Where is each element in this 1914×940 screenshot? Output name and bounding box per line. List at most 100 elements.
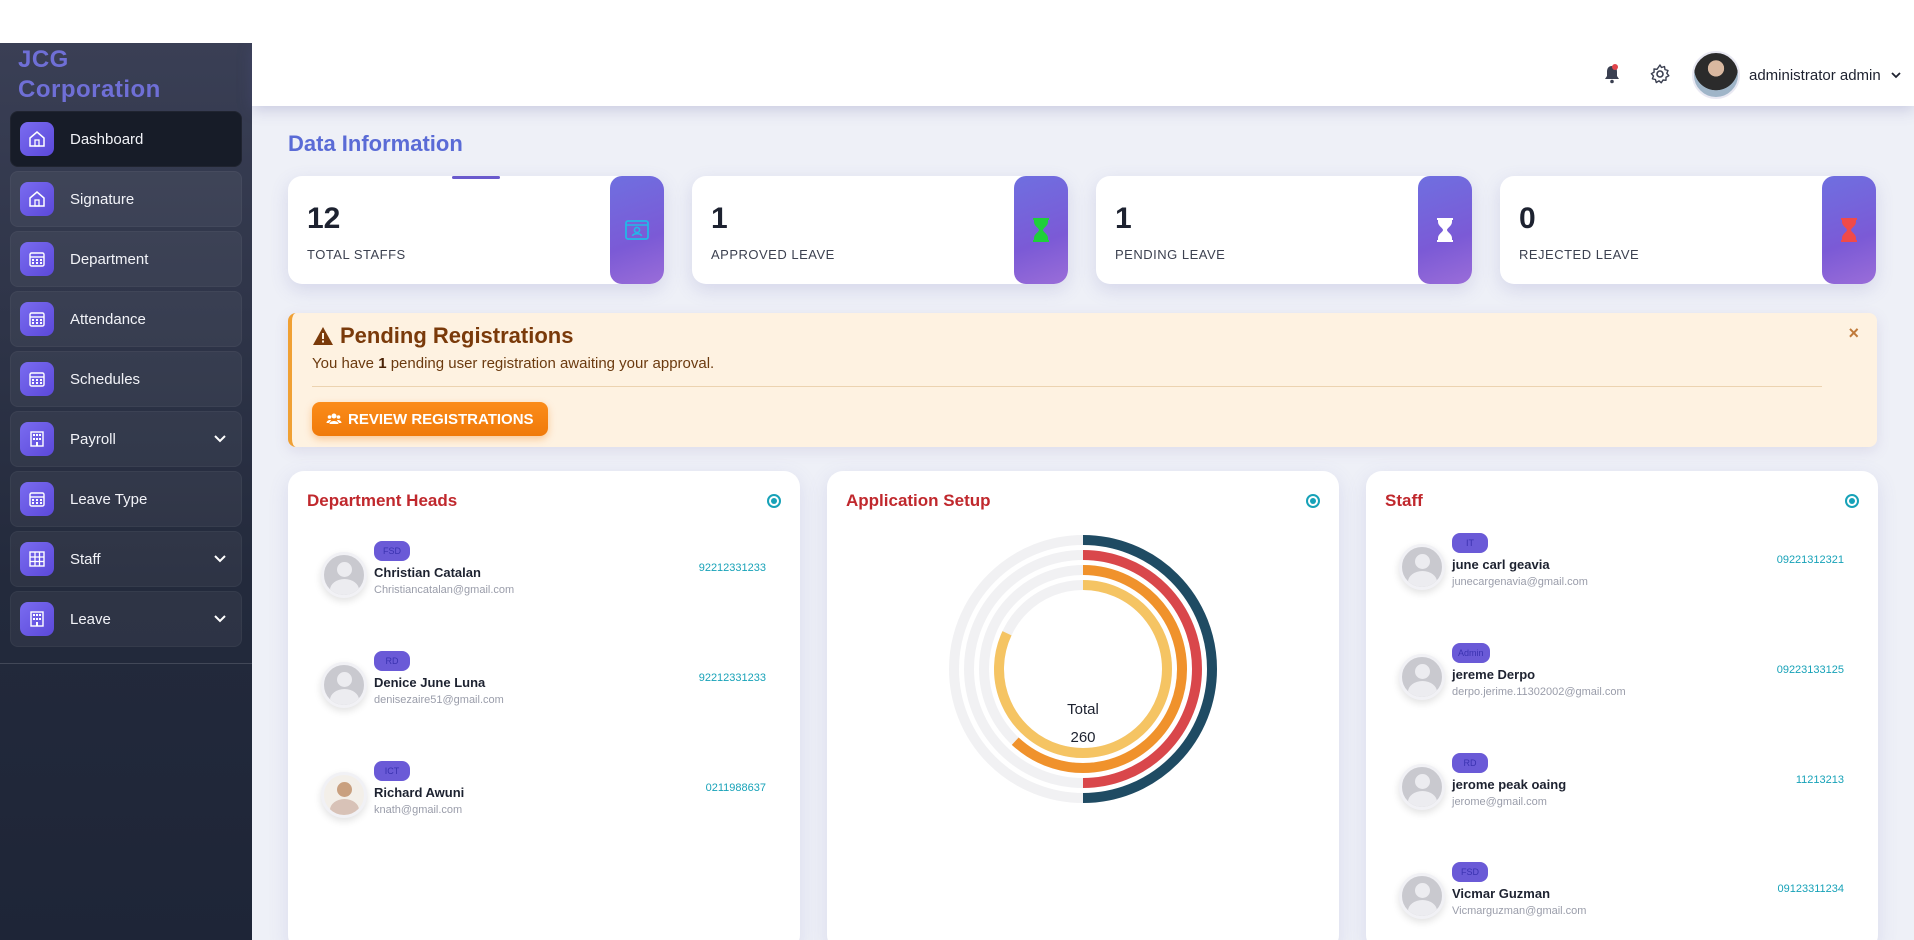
application-setup-panel: Application Setup Total 260 (827, 471, 1339, 940)
stat-card-approved-leave[interactable]: 1 APPROVED LEAVE (692, 176, 1068, 284)
person-name: jerome peak oaing (1452, 777, 1567, 792)
person-phone: 09221312321 (1776, 554, 1844, 566)
list-item[interactable]: IT june carl geavia junecargenavia@gmail… (1366, 533, 1878, 623)
sidebar-divider (0, 663, 252, 664)
sidebar-item-dashboard[interactable]: Dashboard (10, 111, 242, 167)
avatar (321, 662, 367, 708)
target-icon[interactable] (1845, 494, 1859, 508)
brand-logo[interactable]: JCG Corporation (18, 45, 161, 105)
panel-title: Department Heads (307, 491, 458, 510)
stat-value: 1 (711, 202, 728, 235)
list-item[interactable]: FSD Vicmar Guzman Vicmarguzman@gmail.com… (1366, 862, 1878, 940)
page-title: Data Information (288, 131, 463, 156)
sidebar-item-label: Department (70, 250, 149, 268)
sidebar-item-label: Payroll (70, 430, 116, 448)
list-item[interactable]: RD jerome peak oaing jerome@gmail.com 11… (1366, 753, 1878, 843)
alert-message-count: 1 (378, 355, 387, 372)
alert-title-text: Pending Registrations (340, 323, 574, 348)
alert-message: You have 1 pending user registration awa… (312, 355, 714, 372)
person-name: Denice June Luna (374, 675, 486, 690)
person-name: jereme Derpo (1452, 667, 1536, 682)
target-icon[interactable] (1306, 494, 1320, 508)
hourglass-icon (1437, 218, 1453, 242)
person-name: Christian Catalan (374, 565, 481, 580)
chevron-down-icon (214, 615, 226, 623)
person-email: knath@gmail.com (374, 804, 463, 816)
sidebar-item-schedules[interactable]: Schedules (10, 351, 242, 407)
stat-label: PENDING LEAVE (1115, 247, 1226, 262)
calendar-icon (20, 362, 54, 396)
close-icon[interactable]: × (1848, 323, 1859, 344)
sidebar-item-department[interactable]: Department (10, 231, 242, 287)
sidebar-nav: Dashboard Signature Department Attendanc… (10, 111, 242, 651)
sidebar-item-signature[interactable]: Signature (10, 171, 242, 227)
person-email: Vicmarguzman@gmail.com (1452, 905, 1587, 917)
stat-value: 1 (1115, 202, 1132, 235)
stat-card-pending-leave[interactable]: 1 PENDING LEAVE (1096, 176, 1472, 284)
chart-center-value: 260 (1070, 729, 1096, 746)
panel-title: Staff (1385, 491, 1423, 510)
person-name: Richard Awuni (374, 785, 465, 800)
app-root: JCG Corporation Dashboard Signature Depa… (0, 43, 1914, 940)
chevron-down-icon (214, 555, 226, 563)
avatar (1399, 544, 1445, 590)
chevron-down-icon[interactable] (1890, 69, 1902, 81)
pending-registrations-alert: Pending Registrations You have 1 pending… (288, 313, 1877, 447)
sidebar-item-payroll[interactable]: Payroll (10, 411, 242, 467)
radial-bar-chart (949, 535, 1217, 803)
person-email: denisezaire51@gmail.com (374, 694, 504, 706)
sidebar-item-label: Schedules (70, 370, 141, 388)
alert-message-suffix: pending user registration awaiting your … (386, 355, 715, 372)
avatar (1399, 764, 1445, 810)
person-phone: 11213213 (1795, 774, 1844, 786)
sidebar-item-label: Leave (70, 610, 111, 628)
person-email: derpo.jerime.11302002@gmail.com (1452, 686, 1626, 698)
person-name: Vicmar Guzman (1452, 886, 1551, 901)
sidebar-item-label: Signature (70, 190, 135, 208)
stat-icon-panel (1418, 176, 1472, 284)
building-icon (20, 422, 54, 456)
brand-line-1: JCG (18, 46, 69, 73)
hourglass-icon (1841, 218, 1857, 242)
list-item[interactable]: FSD Christian Catalan Christiancatalan@g… (288, 541, 800, 631)
user-name[interactable]: administrator admin (1749, 67, 1881, 84)
home-icon (20, 122, 54, 156)
sidebar-item-leave[interactable]: Leave (10, 591, 242, 647)
stat-icon-panel (610, 176, 664, 284)
list-item[interactable]: Admin jereme Derpo derpo.jerime.11302002… (1366, 643, 1878, 733)
department-badge: FSD (1452, 862, 1488, 882)
users-icon (326, 413, 342, 424)
home-icon (20, 182, 54, 216)
avatar (321, 772, 367, 818)
stat-icon-panel (1014, 176, 1068, 284)
calendar-icon (20, 482, 54, 516)
staff-panel: Staff IT june carl geavia junecargenavia… (1366, 471, 1878, 940)
person-email: Christiancatalan@gmail.com (374, 584, 515, 596)
sidebar-item-attendance[interactable]: Attendance (10, 291, 242, 347)
panel-title: Application Setup (846, 491, 991, 510)
stat-icon-panel (1822, 176, 1876, 284)
target-icon[interactable] (767, 494, 781, 508)
warning-icon (313, 327, 333, 345)
bell-icon[interactable] (1601, 63, 1623, 85)
gear-icon[interactable] (1649, 63, 1671, 85)
sidebar: JCG Corporation Dashboard Signature Depa… (0, 43, 252, 940)
review-registrations-button[interactable]: REVIEW REGISTRATIONS (312, 402, 548, 436)
table-icon (20, 542, 54, 576)
stat-card-total-staffs[interactable]: 12 TOTAL STAFFS (288, 176, 664, 284)
list-item[interactable]: RD Denice June Luna denisezaire51@gmail.… (288, 651, 800, 741)
sidebar-item-label: Attendance (70, 310, 146, 328)
sidebar-item-label: Staff (70, 550, 101, 568)
sidebar-item-label: Leave Type (70, 490, 148, 508)
avatar (321, 552, 367, 598)
card-accent-bar (452, 176, 500, 179)
sidebar-item-staff[interactable]: Staff (10, 531, 242, 587)
stat-card-rejected-leave[interactable]: 0 REJECTED LEAVE (1500, 176, 1876, 284)
sidebar-item-leave-type[interactable]: Leave Type (10, 471, 242, 527)
user-avatar[interactable] (1692, 51, 1740, 99)
person-email: junecargenavia@gmail.com (1452, 576, 1588, 588)
person-name: june carl geavia (1452, 557, 1550, 572)
list-item[interactable]: ICT Richard Awuni knath@gmail.com 021198… (288, 761, 800, 851)
brand-line-2: Corporation (18, 76, 161, 103)
chevron-down-icon (214, 435, 226, 443)
